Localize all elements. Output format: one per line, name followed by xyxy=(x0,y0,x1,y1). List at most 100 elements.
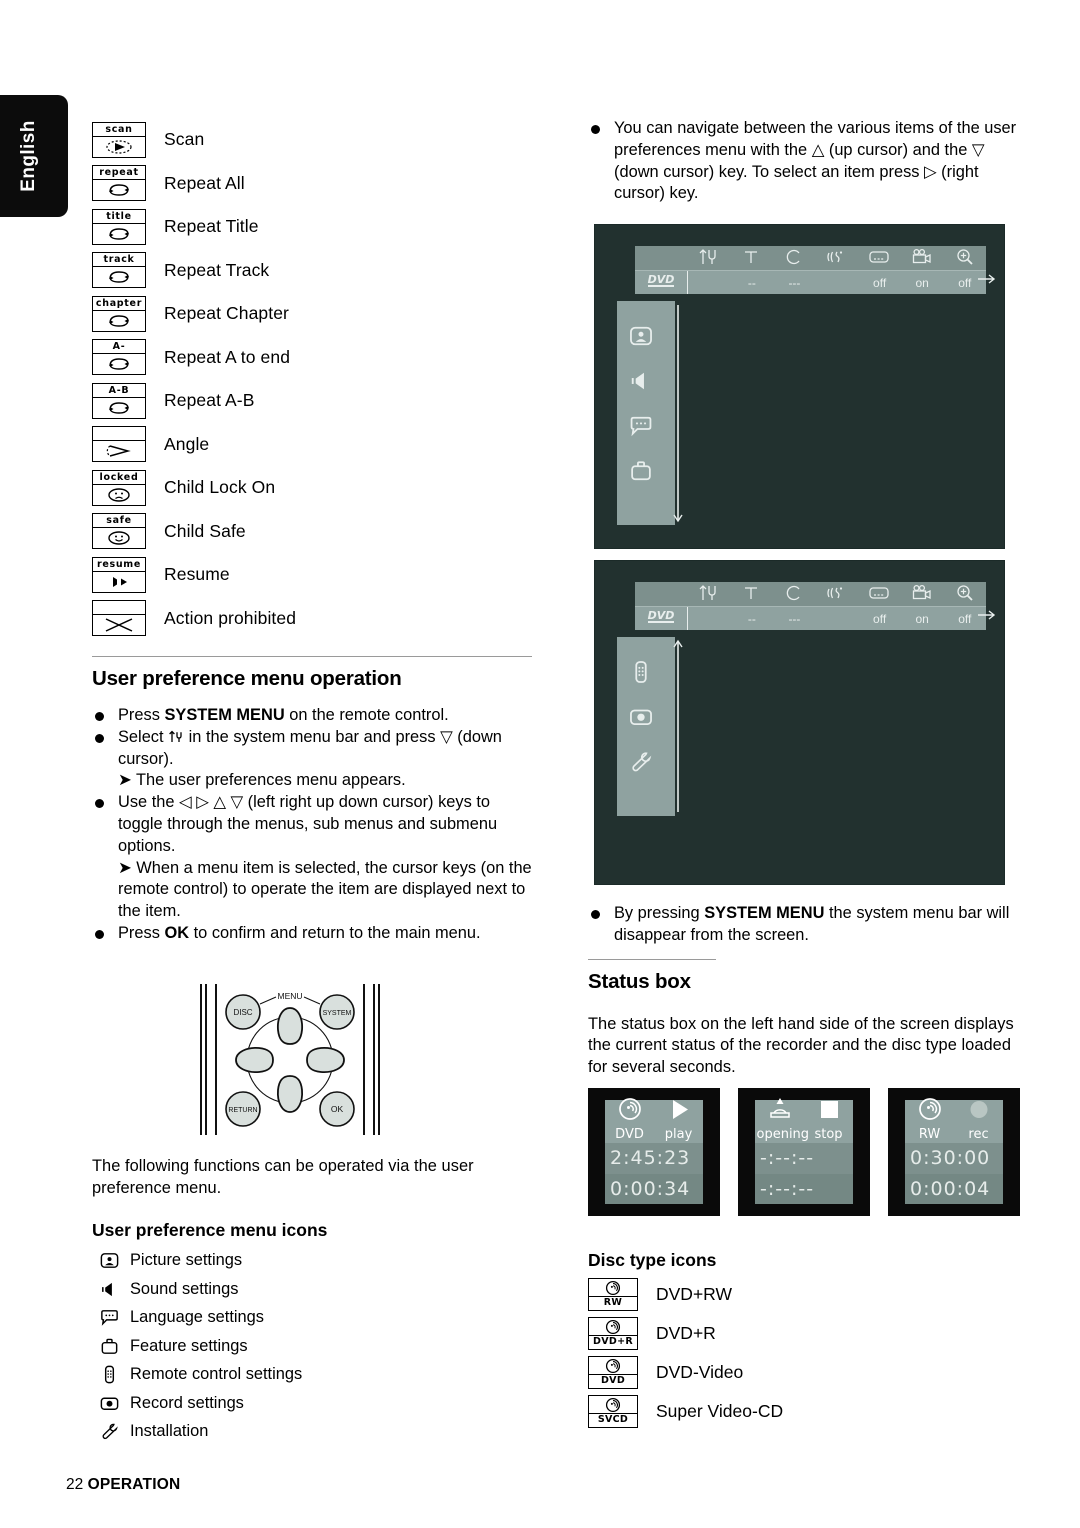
menu-icon-label: Record settings xyxy=(130,1393,244,1412)
language-settings-icon[interactable] xyxy=(617,409,665,443)
system-menu-bar-value: on xyxy=(915,611,929,626)
sound-icon[interactable] xyxy=(815,247,858,270)
menu-icon-row: Installation xyxy=(92,1418,532,1447)
sound-settings-icon[interactable] xyxy=(617,364,665,398)
left-column-lower: The following functions can be operated … xyxy=(92,1156,532,1446)
camera-angle-icon[interactable] xyxy=(901,247,944,270)
system-menu-disappear-list: By pressing SYSTEM MENU the system menu … xyxy=(588,903,1022,947)
status-icon-legend: scan Scan repeat Repeat All title Repeat Titl… xyxy=(92,118,532,640)
status-icon-label: Child Lock On xyxy=(164,477,276,498)
system-menu-bar-value xyxy=(816,612,859,626)
disc-type-row: RW DVD+RW xyxy=(588,1275,1022,1314)
menu-icon-label: Picture settings xyxy=(130,1251,243,1270)
remote-settings-icon[interactable] xyxy=(617,655,665,689)
page-footer: 22 OPERATION xyxy=(66,1476,180,1494)
title-icon[interactable] xyxy=(730,247,773,270)
right-column: You can navigate between the various ite… xyxy=(588,118,1020,205)
status-box-right: rec xyxy=(956,1097,1002,1142)
menu-icon-row: Feature settings xyxy=(92,1332,532,1361)
status-box: RW rec 0:30:00 0:00:04 xyxy=(888,1088,1020,1216)
bullet-dot-icon xyxy=(95,712,104,721)
status-icon-row: Angle xyxy=(92,423,532,467)
svg-text:DVD: DVD xyxy=(648,273,675,286)
status-box-right-label: play xyxy=(664,1127,693,1142)
operation-bullet-list: Press SYSTEM MENU on the remote control.… xyxy=(92,705,532,945)
status-icon-caption: resume xyxy=(93,558,145,572)
system-menu-bar-value: -- xyxy=(747,611,756,626)
menu-icon-row: Picture settings xyxy=(92,1247,532,1276)
status-icon-box: A- xyxy=(92,339,146,376)
system-menu-bar: DVD -- --- off on off xyxy=(635,582,996,630)
chapter-icon[interactable] xyxy=(772,583,815,606)
repeat-icon xyxy=(93,267,145,287)
status-icon-caption: title xyxy=(93,210,145,224)
status-icon-row: A-B Repeat A-B xyxy=(92,379,532,423)
installation-wrench-icon[interactable] xyxy=(617,745,665,779)
language-settings-icon xyxy=(92,1307,126,1328)
subtitle-icon[interactable] xyxy=(858,247,901,270)
arrow-icon: ➤ xyxy=(118,771,132,790)
system-menu-bar-values: DVD -- --- off on off xyxy=(635,270,986,294)
menu-icons-title: User preference menu icons xyxy=(92,1219,328,1240)
sad-face-icon xyxy=(93,485,145,505)
status-icon-row: Action prohibited xyxy=(92,597,532,641)
user-preference-menu-icon-list: Picture settings Sound settings Language s… xyxy=(92,1247,532,1447)
bullet-navigate: You can navigate between the various ite… xyxy=(588,118,1020,205)
right-column-middle: By pressing SYSTEM MENU the system menu … xyxy=(588,903,1022,1079)
system-menu-bar-value xyxy=(816,276,859,290)
status-icon-row: title Repeat Title xyxy=(92,205,532,249)
svg-text:DVD: DVD xyxy=(648,609,675,622)
happy-face-icon xyxy=(93,528,145,548)
system-menu-bar-values: DVD -- --- off on off xyxy=(635,606,986,630)
bullet-dot-icon xyxy=(591,125,600,134)
preferences-icon[interactable] xyxy=(687,583,730,606)
status-box-right-label: rec xyxy=(968,1127,989,1142)
status-box: opening stop -:--:-- -:--:-- xyxy=(738,1088,870,1216)
status-icon-row: chapter Repeat Chapter xyxy=(92,292,532,336)
svg-text:OK: OK xyxy=(331,1104,344,1114)
status-box-elapsed-time: 0:00:34 xyxy=(605,1173,703,1204)
status-icon-box: locked xyxy=(92,469,146,506)
system-menu-bar-value: off xyxy=(873,611,887,626)
status-box-total-time: 0:30:00 xyxy=(905,1143,1003,1174)
svg-text:SYSTEM: SYSTEM xyxy=(323,1010,352,1017)
status-icon-label: Resume xyxy=(164,564,230,585)
disc-type-label: DVD+RW xyxy=(656,1284,733,1304)
title-icon[interactable] xyxy=(730,583,773,606)
disc-icon xyxy=(601,1396,625,1413)
preferences-icon[interactable] xyxy=(687,247,730,270)
svg-text:DISC: DISC xyxy=(233,1008,252,1017)
disc-type-icon-box: RW xyxy=(588,1278,638,1311)
disc-type-label: Super Video-CD xyxy=(656,1401,784,1421)
scan-icon xyxy=(93,137,145,157)
status-icon-caption: track xyxy=(93,253,145,268)
disc-type-tag: SVCD xyxy=(589,1413,637,1425)
chapter-icon[interactable] xyxy=(772,247,815,270)
system-menu-bar-icons xyxy=(635,582,986,606)
status-icon-box: chapter xyxy=(92,295,146,332)
language-tab: English xyxy=(0,95,68,217)
disc-type-icon-list: RW DVD+RW DVD+R DVD+R DVD DVD-Video SVCD Super … xyxy=(588,1275,1022,1431)
svg-text:RETURN: RETURN xyxy=(228,1107,257,1114)
menu-icon-row: Record settings xyxy=(92,1389,532,1418)
subtitle-icon[interactable] xyxy=(858,583,901,606)
camera-angle-icon[interactable] xyxy=(901,583,944,606)
bullet-dot-icon xyxy=(591,910,600,919)
navigation-bullet-list: You can navigate between the various ite… xyxy=(588,118,1020,205)
record-settings-icon[interactable] xyxy=(617,700,665,734)
left-column: scan Scan repeat Repeat All title Repeat Titl… xyxy=(92,118,532,945)
status-box-left: opening xyxy=(757,1097,809,1142)
feature-settings-icon[interactable] xyxy=(617,454,665,488)
status-box-right-label: stop xyxy=(814,1127,843,1142)
sound-settings-icon xyxy=(92,1279,126,1300)
bullet-disappear: By pressing SYSTEM MENU the system menu … xyxy=(588,903,1022,947)
status-icon-row: locked Child Lock On xyxy=(92,466,532,510)
sound-icon[interactable] xyxy=(815,583,858,606)
status-icon-caption: scan xyxy=(93,123,145,137)
disc-type-title: Disc type icons xyxy=(588,1250,717,1270)
bullet-use-cursor-keys: Use the ◁ ▷ △ ▽ (left right up down curs… xyxy=(92,792,532,857)
status-icon-label: Repeat Track xyxy=(164,259,270,280)
system-menu-bar-value: --- xyxy=(788,611,801,626)
status-icon-label: Child Safe xyxy=(164,520,246,541)
picture-settings-icon[interactable] xyxy=(617,319,665,353)
